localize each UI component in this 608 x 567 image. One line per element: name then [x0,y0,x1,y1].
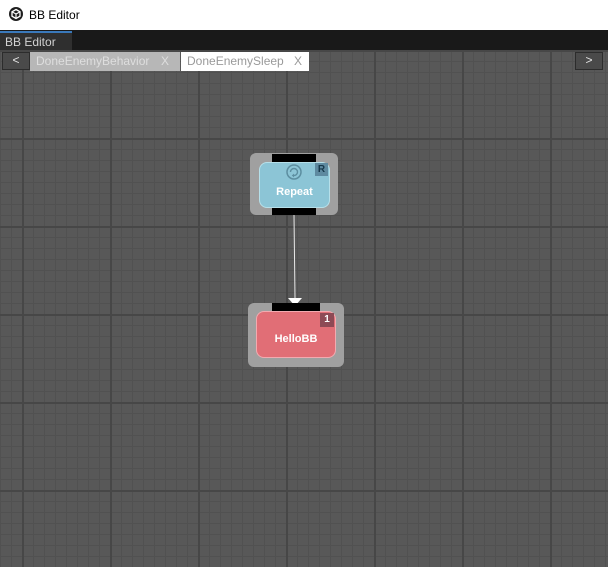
window-titlebar: BB Editor [0,0,608,30]
tab-close-button[interactable]: X [294,52,302,71]
file-tab-done-enemy-behavior[interactable]: DoneEnemyBehavior X [30,52,180,71]
repeat-node-input-port[interactable] [272,154,316,162]
file-tab-label: DoneEnemyBehavior [36,54,150,68]
hellobb-node-badge: 1 [320,313,334,327]
tab-close-button[interactable]: X [161,52,169,71]
repeat-icon [286,164,302,180]
hellobb-node-input-port[interactable] [272,303,320,311]
editor-tab-label: BB Editor [5,35,56,49]
editor-tab-strip [0,30,608,50]
repeat-node-output-port[interactable] [272,207,316,215]
hellobb-node-label: HelloBB [274,333,318,345]
repeat-node-badge: R [315,163,328,176]
editor-tab[interactable]: BB Editor [0,31,72,50]
prev-tab-button[interactable]: < [2,52,30,70]
window-title: BB Editor [29,8,80,22]
repeat-node-label: Repeat [276,186,313,198]
file-tab-done-enemy-sleep[interactable]: DoneEnemySleep X [181,52,309,71]
file-tab-label: DoneEnemySleep [187,54,284,68]
unity-icon [9,7,23,21]
next-tab-button[interactable]: > [575,52,603,70]
